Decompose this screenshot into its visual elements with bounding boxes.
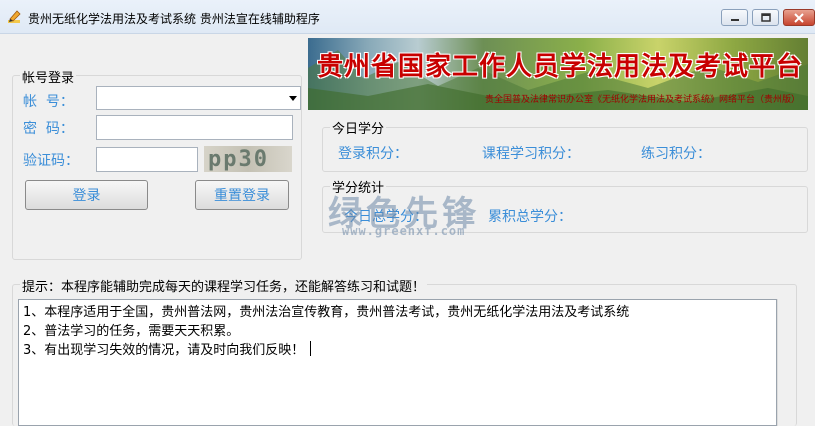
chevron-down-icon [289, 96, 297, 101]
captcha-image-text: pp30 [208, 147, 269, 172]
login-button[interactable]: 登录 [25, 180, 148, 210]
close-button[interactable] [783, 9, 815, 26]
text-caret [310, 341, 312, 356]
practice-points-label: 练习积分： [641, 146, 711, 162]
banner-image: 贵州省国家工作人员学法用法及考试平台 贵全国普及法律常识办公室《无纸化学法用法及… [308, 38, 808, 110]
login-points-label: 登录积分： [338, 146, 408, 162]
account-select[interactable] [96, 86, 301, 110]
tips-group-label: 提示：本程序能辅助完成每天的课程学习任务，还能解答练习和试题！ [20, 276, 428, 295]
cumulative-total-label: 累积总学分： [488, 209, 572, 225]
tip-line-3: 3、有出现学习失效的情况，请及时向我们反映！ [23, 341, 772, 360]
maximize-icon [760, 13, 771, 22]
tips-textarea[interactable]: 1、本程序适用于全国，贵州普法网，贵州法治宣传教育，贵州普法考试，贵州无纸化学法… [18, 299, 777, 426]
tip-line-1: 1、本程序适用于全国，贵州普法网，贵州法治宣传教育，贵州普法考试，贵州无纸化学法… [23, 305, 630, 320]
password-label: 密 码： [23, 121, 74, 137]
banner-subtitle: 贵全国普及法律常识办公室《无纸化学法用法及考试系统》网络平台（贵州版） [484, 95, 800, 105]
vertical-scrollbar[interactable] [777, 299, 794, 426]
pencil-icon [8, 10, 21, 23]
minimize-icon [730, 18, 739, 21]
minimize-button[interactable] [721, 9, 748, 26]
banner-title: 贵州省国家工作人员学法用法及考试平台 [316, 52, 803, 82]
captcha-field[interactable] [96, 147, 198, 172]
captcha-image[interactable]: pp30 [204, 146, 292, 172]
captcha-label: 验证码： [23, 153, 79, 169]
course-points-label: 课程学习积分： [482, 146, 580, 162]
window-title: 贵州无纸化学法用法及考试系统 贵州法宣在线辅助程序 [28, 12, 320, 26]
close-icon [794, 12, 804, 23]
title-bar: 贵州无纸化学法用法及考试系统 贵州法宣在线辅助程序 [0, 0, 815, 34]
today-points-group-label: 今日学分 [330, 118, 387, 137]
watermark-url: www.greenxf.com [342, 224, 466, 238]
tip-line-2: 2、普法学习的任务，需要天天积累。 [23, 324, 240, 339]
reset-login-button[interactable]: 重置登录 [195, 180, 289, 210]
maximize-button[interactable] [752, 9, 779, 26]
tip-line-3-text: 3、有出现学习失效的情况，请及时向我们反映！ [23, 343, 305, 358]
login-group-label: 帐号登录 [20, 67, 77, 86]
watermark: 绿色先锋 www.greenxf.com [328, 186, 493, 242]
password-field[interactable] [96, 115, 293, 140]
account-label: 帐 号： [23, 94, 74, 110]
